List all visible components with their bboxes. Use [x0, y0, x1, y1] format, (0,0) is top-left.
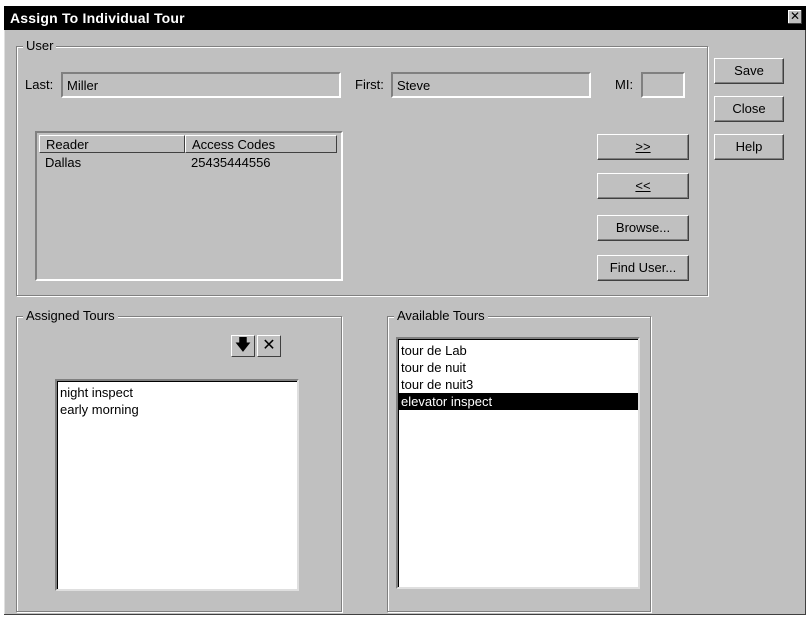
dialog-window: Assign To Individual Tour ✕ User Last: F… — [4, 6, 806, 615]
find-user-button[interactable]: Find User... — [597, 255, 689, 281]
available-tours-group: Available Tours tour de Lab tour de nuit… — [387, 308, 651, 612]
remove-button-label: << — [635, 178, 651, 193]
middle-initial-label: MI: — [615, 77, 634, 92]
find-user-button-label: Find User... — [609, 260, 677, 275]
help-button[interactable]: Help — [714, 134, 784, 160]
window-title: Assign To Individual Tour — [10, 10, 185, 26]
arrow-down-icon[interactable]: 🡇 — [231, 335, 255, 357]
help-button-label: Help — [735, 139, 763, 154]
save-button-label: Save — [734, 63, 764, 78]
assigned-tours-label: Assigned Tours — [23, 308, 118, 323]
close-button-label: Close — [732, 101, 766, 116]
first-name-field[interactable] — [391, 72, 591, 98]
assigned-tours-list[interactable]: night inspect early morning — [55, 379, 299, 591]
add-button-label: >> — [635, 139, 651, 154]
grid-cell-access-code: 25435444556 — [191, 155, 271, 170]
delete-x-icon[interactable]: ✕ — [257, 335, 281, 357]
list-item[interactable]: tour de nuit — [398, 359, 638, 376]
middle-initial-field[interactable] — [641, 72, 685, 98]
list-item[interactable]: early morning — [57, 401, 297, 418]
assigned-tours-group: Assigned Tours 🡇 ✕ night inspect early m… — [16, 308, 342, 612]
save-button[interactable]: Save — [714, 58, 784, 84]
remove-button[interactable]: << — [597, 173, 689, 199]
list-item[interactable]: night inspect — [57, 384, 297, 401]
available-tours-list[interactable]: tour de Lab tour de nuit tour de nuit3 e… — [396, 337, 640, 589]
close-button[interactable]: Close — [714, 96, 784, 122]
list-item-selected[interactable]: elevator inspect — [398, 393, 638, 410]
first-name-label: First: — [355, 77, 384, 92]
add-button[interactable]: >> — [597, 134, 689, 160]
grid-col-reader[interactable]: Reader — [39, 135, 185, 153]
user-group-label: User — [23, 38, 57, 53]
last-name-field[interactable] — [61, 72, 341, 98]
list-item[interactable]: tour de Lab — [398, 342, 638, 359]
close-icon[interactable]: ✕ — [788, 10, 802, 24]
browse-button-label: Browse... — [615, 220, 671, 235]
grid-col-access-codes[interactable]: Access Codes — [185, 135, 337, 153]
available-tours-label: Available Tours — [394, 308, 488, 323]
grid-cell-reader: Dallas — [45, 155, 82, 170]
last-name-label: Last: — [25, 77, 54, 92]
reader-access-grid[interactable]: Reader Access Codes Dallas 25435444556 — [35, 131, 343, 281]
user-group: User Last: First: MI: Reader Access Code… — [16, 38, 708, 296]
browse-button[interactable]: Browse... — [597, 215, 689, 241]
title-bar: Assign To Individual Tour ✕ — [4, 6, 806, 30]
list-item[interactable]: tour de nuit3 — [398, 376, 638, 393]
